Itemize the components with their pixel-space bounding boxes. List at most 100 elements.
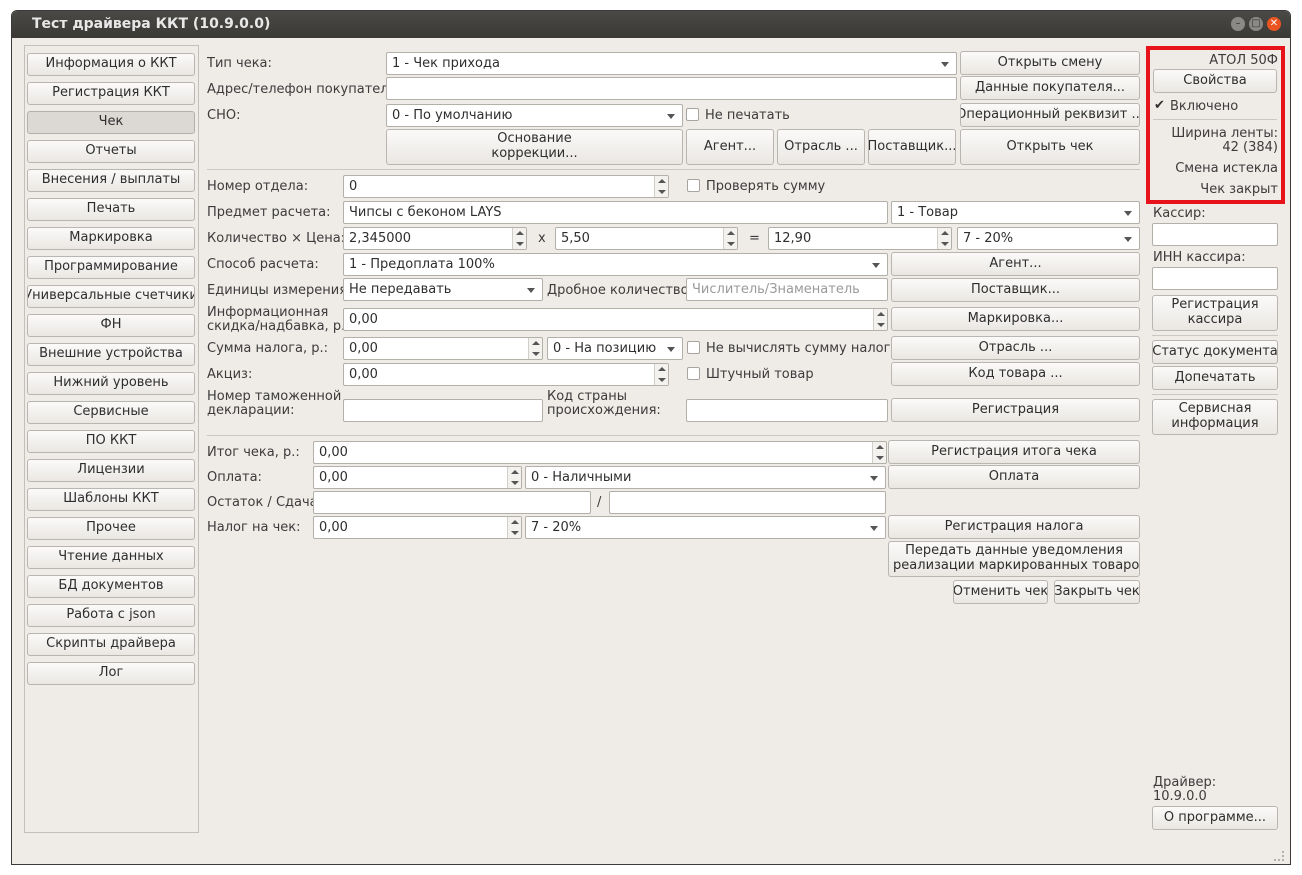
reprint-button[interactable]: Допечатать xyxy=(1152,366,1278,390)
sidebar-item[interactable]: Внесения / выплаты xyxy=(27,169,195,192)
spinner-icon[interactable] xyxy=(654,364,668,385)
cashier-input[interactable] xyxy=(1152,223,1278,246)
sidebar-item[interactable]: Чтение данных xyxy=(27,546,195,569)
properties-button[interactable]: Свойства xyxy=(1153,69,1277,93)
sum-input[interactable]: 12,90 xyxy=(768,227,952,250)
units-combo[interactable]: Не передавать xyxy=(343,278,543,301)
sidebar-item[interactable]: Чек xyxy=(27,111,195,134)
product-code-button[interactable]: Код товара ... xyxy=(891,362,1140,386)
receipt-industry-button[interactable]: Отрасль ... xyxy=(777,129,865,165)
sidebar-item[interactable]: Работа с json xyxy=(27,604,195,627)
buyer-data-button[interactable]: Данные покупателя... xyxy=(960,76,1140,100)
spinner-icon[interactable] xyxy=(872,442,886,463)
sidebar-item[interactable]: Лицензии xyxy=(27,459,195,482)
notify-line1: Передать данные уведомления xyxy=(905,543,1123,559)
register-position-button[interactable]: Регистрация xyxy=(891,398,1140,422)
position-agent-button[interactable]: Агент... xyxy=(891,252,1140,276)
sidebar-item[interactable]: Шаблоны ККТ xyxy=(27,488,195,511)
service-info-line2: информация xyxy=(1171,416,1259,431)
spinner-icon[interactable] xyxy=(873,309,887,330)
country-input[interactable] xyxy=(686,399,888,422)
cashier-inn-input[interactable] xyxy=(1152,267,1278,290)
open-shift-button[interactable]: Открыть смену xyxy=(960,51,1140,75)
sidebar-item[interactable]: Внешние устройства xyxy=(27,343,195,366)
payment-value: 0,00 xyxy=(319,470,348,485)
close-receipt-button[interactable]: Закрыть чек xyxy=(1054,580,1140,604)
register-tax-button[interactable]: Регистрация налога xyxy=(888,515,1140,539)
sidebar-item[interactable]: Отчеты xyxy=(27,140,195,163)
spinner-icon[interactable] xyxy=(937,228,951,249)
notify-marking-button[interactable]: Передать данные уведомления о реализации … xyxy=(888,541,1140,577)
piece-goods-checkbox[interactable] xyxy=(687,367,700,380)
tax-input[interactable]: 0,00 xyxy=(313,516,522,539)
marking-button[interactable]: Маркировка... xyxy=(891,307,1140,331)
resize-grip-icon[interactable] xyxy=(1274,851,1284,861)
sidebar-item[interactable]: Регистрация ККТ xyxy=(27,82,195,105)
fraction-input[interactable]: Числитель/Знаменатель xyxy=(686,278,888,301)
sidebar-item[interactable]: Сервисные xyxy=(27,401,195,424)
discount-input[interactable]: 0,00 xyxy=(343,308,888,331)
vat-combo[interactable]: 7 - 20% xyxy=(957,227,1140,250)
check-sum-checkbox[interactable] xyxy=(687,179,700,192)
checkmark-icon[interactable]: ✔ xyxy=(1154,98,1165,113)
customs-input[interactable] xyxy=(343,399,543,422)
change-input[interactable] xyxy=(609,491,886,514)
payment-button[interactable]: Оплата xyxy=(888,465,1140,489)
buyer-address-input[interactable] xyxy=(386,77,957,100)
op-requisite-button[interactable]: Операционный реквизит ... xyxy=(960,103,1140,127)
separator xyxy=(1152,335,1278,336)
sidebar: Информация о ККТ Регистрация ККТ Чек Отчеты… xyxy=(24,45,199,833)
spinner-icon[interactable] xyxy=(512,228,526,249)
spinner-icon[interactable] xyxy=(507,517,521,538)
price-input[interactable]: 5,50 xyxy=(555,227,738,250)
sidebar-item[interactable]: Прочее xyxy=(27,517,195,540)
correction-basis-button[interactable]: Основание коррекции... xyxy=(386,129,683,165)
dept-input[interactable]: 0 xyxy=(343,175,669,198)
subject-input[interactable]: Чипсы с беконом LAYS xyxy=(343,201,888,224)
service-info-button[interactable]: Сервисная информация xyxy=(1152,399,1278,435)
tax-position-combo[interactable]: 0 - На позицию xyxy=(547,337,683,360)
sidebar-item[interactable]: Печать xyxy=(27,198,195,221)
about-button[interactable]: О программе... xyxy=(1152,806,1278,830)
receipt-agent-button[interactable]: Агент... xyxy=(686,129,774,165)
register-total-button[interactable]: Регистрация итога чека xyxy=(888,440,1140,464)
sidebar-item[interactable]: БД документов xyxy=(27,575,195,598)
register-cashier-button[interactable]: Регистрация кассира xyxy=(1152,295,1278,331)
sidebar-item[interactable]: Универсальные счетчики xyxy=(27,285,195,308)
sno-combo[interactable]: 0 - По умолчанию xyxy=(386,104,683,127)
payment-method-combo[interactable]: 1 - Предоплата 100% xyxy=(343,253,888,276)
receipt-supplier-button[interactable]: Поставщик... xyxy=(868,129,956,165)
open-receipt-button[interactable]: Открыть чек xyxy=(960,129,1140,165)
no-print-checkbox[interactable] xyxy=(686,108,699,121)
receipt-type-combo[interactable]: 1 - Чек прихода xyxy=(386,52,957,75)
sidebar-item[interactable]: ПО ККТ xyxy=(27,430,195,453)
payment-input[interactable]: 0,00 xyxy=(313,466,522,489)
doc-status-button[interactable]: Статус документа xyxy=(1152,340,1278,364)
excise-input[interactable]: 0,00 xyxy=(343,363,669,386)
sidebar-item[interactable]: ФН xyxy=(27,314,195,337)
close-icon[interactable]: ✕ xyxy=(1267,17,1281,31)
subject-type-combo[interactable]: 1 - Товар xyxy=(891,201,1140,224)
tax-sum-input[interactable]: 0,00 xyxy=(343,337,543,360)
spinner-icon[interactable] xyxy=(723,228,737,249)
minimize-icon[interactable]: – xyxy=(1231,17,1245,31)
remainder-input[interactable] xyxy=(313,491,591,514)
sidebar-item[interactable]: Нижний уровень xyxy=(27,372,195,395)
total-input[interactable]: 0,00 xyxy=(313,441,887,464)
no-calc-tax-checkbox[interactable] xyxy=(687,341,700,354)
cancel-receipt-button[interactable]: Отменить чек xyxy=(953,580,1048,604)
spinner-icon[interactable] xyxy=(654,176,668,197)
tax-rate-combo[interactable]: 7 - 20% xyxy=(525,516,886,539)
sidebar-item[interactable]: Скрипты драйвера xyxy=(27,633,195,656)
sidebar-item[interactable]: Информация о ККТ xyxy=(27,53,195,76)
sidebar-item[interactable]: Лог xyxy=(27,662,195,685)
qty-input[interactable]: 2,345000 xyxy=(343,227,527,250)
spinner-icon[interactable] xyxy=(507,467,521,488)
spinner-icon[interactable] xyxy=(528,338,542,359)
maximize-icon[interactable]: □ xyxy=(1249,17,1263,31)
position-supplier-button[interactable]: Поставщик... xyxy=(891,278,1140,302)
position-industry-button[interactable]: Отрасль ... xyxy=(891,336,1140,360)
sidebar-item[interactable]: Программирование xyxy=(27,256,195,279)
payment-type-combo[interactable]: 0 - Наличными xyxy=(525,466,886,489)
sidebar-item[interactable]: Маркировка xyxy=(27,227,195,250)
